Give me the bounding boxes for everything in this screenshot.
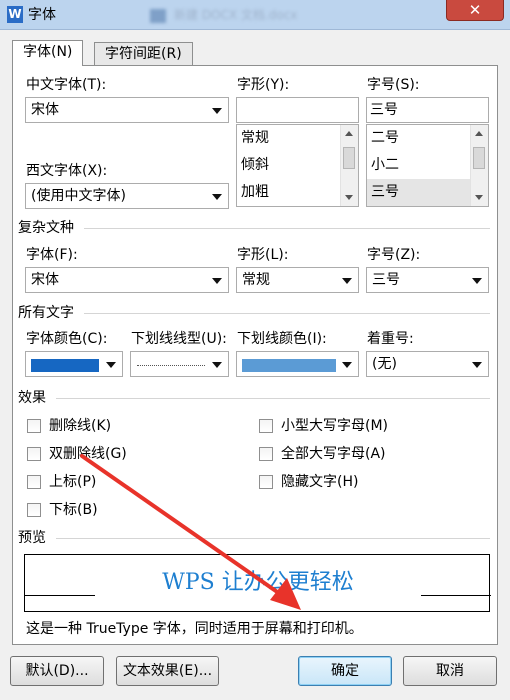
checkbox-box[interactable] bbox=[27, 503, 41, 517]
chinese-font-label: 中文字体(T): bbox=[26, 77, 107, 93]
superscript-checkbox[interactable]: 上标(P) bbox=[27, 473, 147, 493]
strikethrough-checkbox[interactable]: 删除线(K) bbox=[27, 417, 147, 437]
text-effect-button[interactable]: 文本效果(E)... bbox=[116, 656, 219, 686]
size-listbox[interactable]: 二号 小二 三号 bbox=[366, 124, 489, 207]
chevron-down-icon bbox=[472, 278, 482, 284]
underline-style-combo[interactable] bbox=[130, 351, 229, 377]
effects-section-title: 效果 bbox=[18, 390, 46, 406]
checkbox-box[interactable] bbox=[27, 419, 41, 433]
hidden-text-checkbox[interactable]: 隐藏文字(H) bbox=[259, 473, 419, 493]
complex-style-combo[interactable]: 常规 bbox=[236, 267, 359, 293]
size-input[interactable]: 三号 bbox=[366, 97, 489, 123]
chinese-font-value: 宋体 bbox=[31, 102, 59, 118]
all-text-section-title: 所有文字 bbox=[18, 305, 74, 321]
scroll-thumb[interactable] bbox=[343, 147, 355, 169]
underline-color-swatch bbox=[242, 359, 336, 372]
western-font-label: 西文字体(X): bbox=[26, 163, 108, 179]
scroll-down-icon[interactable] bbox=[345, 195, 353, 200]
complex-style-label: 字形(L): bbox=[237, 247, 289, 263]
style-label: 字形(Y): bbox=[237, 77, 290, 93]
underline-style-preview bbox=[137, 365, 205, 366]
size-label: 字号(S): bbox=[367, 77, 420, 93]
scroll-up-icon[interactable] bbox=[475, 131, 483, 136]
tab-character-spacing[interactable]: 字符间距(R) bbox=[94, 42, 193, 66]
checkbox-box[interactable] bbox=[259, 419, 273, 433]
background-window-title: 新建 DOCX 文档.docx bbox=[150, 6, 410, 24]
small-caps-label[interactable]: 小型大写字母(M) bbox=[281, 417, 388, 435]
font-color-label: 字体颜色(C): bbox=[26, 331, 108, 347]
chevron-down-icon bbox=[342, 362, 352, 368]
complex-section-title: 复杂文种 bbox=[18, 220, 74, 236]
font-color-picker[interactable] bbox=[25, 351, 123, 377]
doc-icon bbox=[150, 8, 166, 23]
complex-font-label: 字体(F): bbox=[26, 247, 78, 263]
complex-style-value: 常规 bbox=[242, 272, 270, 288]
wps-app-icon: W bbox=[7, 6, 23, 23]
double-strikethrough-checkbox[interactable]: 双删除线(G) bbox=[27, 445, 147, 465]
checkbox-box[interactable] bbox=[259, 447, 273, 461]
style-scrollbar[interactable] bbox=[340, 125, 358, 206]
all-caps-label[interactable]: 全部大写字母(A) bbox=[281, 445, 386, 463]
close-button[interactable]: ✕ bbox=[446, 0, 504, 21]
underline-color-picker[interactable] bbox=[236, 351, 359, 377]
style-listbox[interactable]: 常规 倾斜 加粗 bbox=[236, 124, 359, 207]
cancel-button[interactable]: 取消 bbox=[403, 656, 497, 686]
chevron-down-icon bbox=[212, 194, 222, 200]
checkbox-box[interactable] bbox=[27, 447, 41, 461]
preview-text: WPS 让办公更轻松 bbox=[162, 570, 354, 595]
subscript-checkbox[interactable]: 下标(B) bbox=[27, 501, 147, 521]
ok-button[interactable]: 确定 bbox=[298, 656, 392, 686]
western-font-combo[interactable]: (使用中文字体) bbox=[25, 183, 229, 209]
preview-section-title: 预览 bbox=[18, 530, 46, 546]
chevron-down-icon bbox=[212, 108, 222, 114]
chevron-down-icon bbox=[212, 362, 222, 368]
size-scrollbar[interactable] bbox=[470, 125, 488, 206]
western-font-value: (使用中文字体) bbox=[31, 188, 126, 204]
checkbox-box[interactable] bbox=[259, 475, 273, 489]
divider bbox=[56, 398, 490, 399]
emphasis-combo[interactable]: (无) bbox=[366, 351, 489, 377]
scroll-down-icon[interactable] bbox=[475, 195, 483, 200]
underline-color-label: 下划线颜色(I): bbox=[237, 331, 327, 347]
checkbox-box[interactable] bbox=[27, 475, 41, 489]
chevron-down-icon bbox=[106, 362, 116, 368]
style-input[interactable] bbox=[236, 97, 359, 123]
emphasis-value: (无) bbox=[372, 356, 397, 372]
emphasis-label: 着重号: bbox=[367, 331, 414, 347]
subscript-label[interactable]: 下标(B) bbox=[49, 501, 98, 519]
double-strikethrough-label[interactable]: 双删除线(G) bbox=[49, 445, 127, 463]
strikethrough-label[interactable]: 删除线(K) bbox=[49, 417, 111, 435]
complex-font-combo[interactable]: 宋体 bbox=[25, 267, 229, 293]
tab-font[interactable]: 字体(N) bbox=[12, 40, 84, 66]
hidden-text-label[interactable]: 隐藏文字(H) bbox=[281, 473, 358, 491]
superscript-label[interactable]: 上标(P) bbox=[49, 473, 96, 491]
all-caps-checkbox[interactable]: 全部大写字母(A) bbox=[259, 445, 419, 465]
font-color-swatch bbox=[31, 359, 99, 372]
background-title-text: 新建 DOCX 文档.docx bbox=[174, 8, 298, 22]
scroll-up-icon[interactable] bbox=[345, 131, 353, 136]
chevron-down-icon bbox=[342, 278, 352, 284]
complex-size-label: 字号(Z): bbox=[367, 247, 421, 263]
divider bbox=[56, 538, 490, 539]
complex-size-value: 三号 bbox=[372, 272, 400, 288]
font-type-note: 这是一种 TrueType 字体，同时适用于屏幕和打印机。 bbox=[26, 621, 363, 637]
default-button[interactable]: 默认(D)... bbox=[10, 656, 104, 686]
scroll-thumb[interactable] bbox=[473, 147, 485, 169]
chevron-down-icon bbox=[212, 278, 222, 284]
complex-font-value: 宋体 bbox=[31, 272, 59, 288]
divider bbox=[84, 228, 490, 229]
window-title: 字体 bbox=[28, 7, 56, 23]
preview-box: WPS 让办公更轻松 bbox=[24, 554, 491, 612]
chevron-down-icon bbox=[472, 362, 482, 368]
divider bbox=[84, 313, 490, 314]
small-caps-checkbox[interactable]: 小型大写字母(M) bbox=[259, 417, 419, 437]
chinese-font-combo[interactable]: 宋体 bbox=[25, 97, 229, 123]
underline-style-label: 下划线线型(U): bbox=[131, 331, 227, 347]
complex-size-combo[interactable]: 三号 bbox=[366, 267, 489, 293]
